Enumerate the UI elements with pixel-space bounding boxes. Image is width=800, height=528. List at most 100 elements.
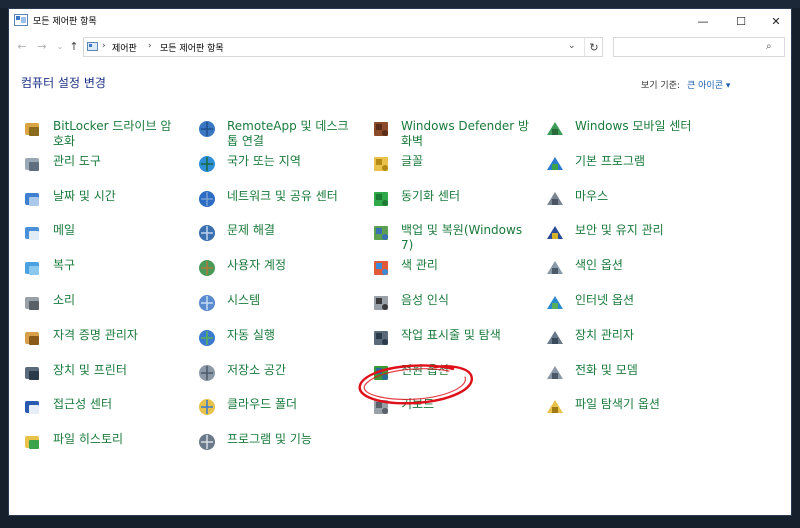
control-panel-item-label: 파일 히스토리 <box>53 432 124 446</box>
control-panel-item-label: 시스템 <box>227 293 261 307</box>
control-panel-item-label: BitLocker 드라이브 암호화 <box>53 119 172 148</box>
control-panel-item-label: 복구 <box>53 258 76 272</box>
remoteapp-icon <box>197 119 217 139</box>
control-panel-item[interactable]: 장치 관리자 <box>545 328 634 362</box>
control-panel-item[interactable]: 색인 옵션 <box>545 258 623 292</box>
control-panel-item[interactable]: 작업 표시줄 및 탐색 <box>371 328 501 362</box>
control-panel-item[interactable]: 사용자 계정 <box>197 258 286 292</box>
control-panel-item[interactable]: 접근성 센터 <box>23 397 112 431</box>
control-panel-item[interactable]: 파일 히스토리 <box>23 432 123 466</box>
control-panel-item[interactable]: 자동 실행 <box>197 328 275 362</box>
control-panel-item-label: RemoteApp 및 데스크톱 연결 <box>227 119 349 148</box>
control-panel-item[interactable]: RemoteApp 및 데스크톱 연결 <box>197 119 355 153</box>
address-bar[interactable]: › 제어판 › 모든 제어판 항목 ⌄ ↻ <box>83 37 603 57</box>
breadcrumb-control-panel[interactable]: 제어판 <box>112 41 137 54</box>
control-panel-item-label: 인터넷 옵션 <box>575 293 635 307</box>
control-panel-item-label: 백업 및 복원(Windows 7) <box>401 223 523 252</box>
security-maintenance-icon <box>545 223 565 243</box>
taskbar-icon <box>371 328 391 348</box>
maximize-button[interactable]: ☐ <box>724 9 758 33</box>
autoplay-icon <box>197 328 217 348</box>
control-panel-item-label: 글꼴 <box>401 154 424 168</box>
navigation-bar: ← → ⌄ ↑ › 제어판 › 모든 제어판 항목 ⌄ ↻ ⌕ <box>9 33 791 61</box>
programs-features-icon <box>197 432 217 452</box>
region-icon <box>197 154 217 174</box>
close-button[interactable]: ✕ <box>759 9 793 33</box>
control-panel-item-label: 음성 인식 <box>401 293 449 307</box>
storage-spaces-icon <box>197 363 217 383</box>
title-bar[interactable]: 모든 제어판 항목 — ☐ ✕ <box>9 9 791 33</box>
control-panel-item-label: 작업 표시줄 및 탐색 <box>401 328 501 342</box>
control-panel-item[interactable]: Windows Defender 방화벽 <box>371 119 529 153</box>
control-panel-item[interactable]: 프로그램 및 기능 <box>197 432 312 466</box>
control-panel-item[interactable]: 국가 또는 지역 <box>197 154 301 188</box>
device-manager-icon <box>545 328 565 348</box>
refresh-button[interactable]: ↻ <box>584 38 603 56</box>
mail-icon <box>23 223 43 243</box>
firewall-icon <box>371 119 391 139</box>
view-by-dropdown[interactable]: 큰 아이콘 ▾ <box>687 78 730 91</box>
control-panel-item[interactable]: 글꼴 <box>371 154 423 188</box>
control-panel-item-label: 장치 관리자 <box>575 328 635 342</box>
control-panel-item[interactable]: 마우스 <box>545 189 608 223</box>
control-panel-item[interactable]: 보안 및 유지 관리 <box>545 223 664 257</box>
control-panel-item[interactable]: 백업 및 복원(Windows 7) <box>371 223 529 257</box>
control-panel-item-label: 색 관리 <box>401 258 438 272</box>
control-panel-item[interactable]: 네트워크 및 공유 센터 <box>197 189 338 223</box>
control-panel-item-label: 소리 <box>53 293 76 307</box>
bitlocker-icon <box>23 119 43 139</box>
control-panel-item[interactable]: 색 관리 <box>371 258 438 292</box>
address-control-panel-icon <box>87 42 98 51</box>
control-panel-item-label: 자격 증명 관리자 <box>53 328 138 342</box>
control-panel-item[interactable]: 문제 해결 <box>197 223 275 257</box>
search-box[interactable]: ⌕ <box>613 37 785 57</box>
work-folders-icon <box>197 397 217 417</box>
control-panel-item[interactable]: 시스템 <box>197 293 260 327</box>
control-panel-item[interactable]: 복구 <box>23 258 75 292</box>
file-explorer-options-icon <box>545 397 565 417</box>
control-panel-item-label: 동기화 센터 <box>401 189 461 203</box>
control-panel-item-label: 자동 실행 <box>227 328 275 342</box>
color-management-icon <box>371 258 391 278</box>
control-panel-item-label: 전화 및 모뎀 <box>575 363 638 377</box>
devices-printers-icon <box>23 363 43 383</box>
control-panel-item[interactable]: 동기화 센터 <box>371 189 460 223</box>
control-panel-app-icon <box>14 14 28 26</box>
control-panel-item[interactable]: 관리 도구 <box>23 154 101 188</box>
back-button[interactable]: ← <box>15 39 29 53</box>
control-panel-item[interactable]: 자격 증명 관리자 <box>23 328 138 362</box>
control-panel-item[interactable]: 저장소 공간 <box>197 363 286 397</box>
control-panel-item[interactable]: 음성 인식 <box>371 293 449 327</box>
control-panel-item-label: 클라우드 폴더 <box>227 397 298 411</box>
address-dropdown-icon[interactable]: ⌄ <box>568 41 576 51</box>
control-panel-window: 모든 제어판 항목 — ☐ ✕ ← → ⌄ ↑ › 제어판 › 모든 제어판 항… <box>8 8 792 516</box>
control-panel-item[interactable]: BitLocker 드라이브 암호화 <box>23 119 181 153</box>
control-panel-item[interactable]: 메일 <box>23 223 75 257</box>
mobility-center-icon <box>545 119 565 139</box>
credential-manager-icon <box>23 328 43 348</box>
minimize-button[interactable]: — <box>686 9 720 33</box>
up-button[interactable]: ↑ <box>67 39 81 53</box>
phone-modem-icon <box>545 363 565 383</box>
breadcrumb-all-items[interactable]: 모든 제어판 항목 <box>160 41 224 54</box>
recent-locations-button[interactable]: ⌄ <box>53 39 67 53</box>
internet-options-icon <box>545 293 565 313</box>
fonts-icon <box>371 154 391 174</box>
search-icon[interactable]: ⌕ <box>766 41 772 52</box>
control-panel-item[interactable]: 전화 및 모뎀 <box>545 363 638 397</box>
control-panel-item-label: 마우스 <box>575 189 609 203</box>
control-panel-item[interactable]: 소리 <box>23 293 75 327</box>
control-panel-item[interactable]: 기본 프로그램 <box>545 154 645 188</box>
control-panel-item[interactable]: Windows 모바일 센터 <box>545 119 691 153</box>
control-panel-item[interactable]: 클라우드 폴더 <box>197 397 297 431</box>
backup-restore-icon <box>371 223 391 243</box>
page-title: 컴퓨터 설정 변경 <box>21 76 106 90</box>
control-panel-item[interactable]: 인터넷 옵션 <box>545 293 634 327</box>
default-programs-icon <box>545 154 565 174</box>
control-panel-item[interactable]: 파일 탐색기 옵션 <box>545 397 660 431</box>
control-panel-item[interactable]: 날짜 및 시간 <box>23 189 116 223</box>
view-by-label: 보기 기준: <box>641 81 681 91</box>
forward-button[interactable]: → <box>35 39 49 53</box>
sync-center-icon <box>371 189 391 209</box>
control-panel-item[interactable]: 장치 및 프린터 <box>23 363 127 397</box>
